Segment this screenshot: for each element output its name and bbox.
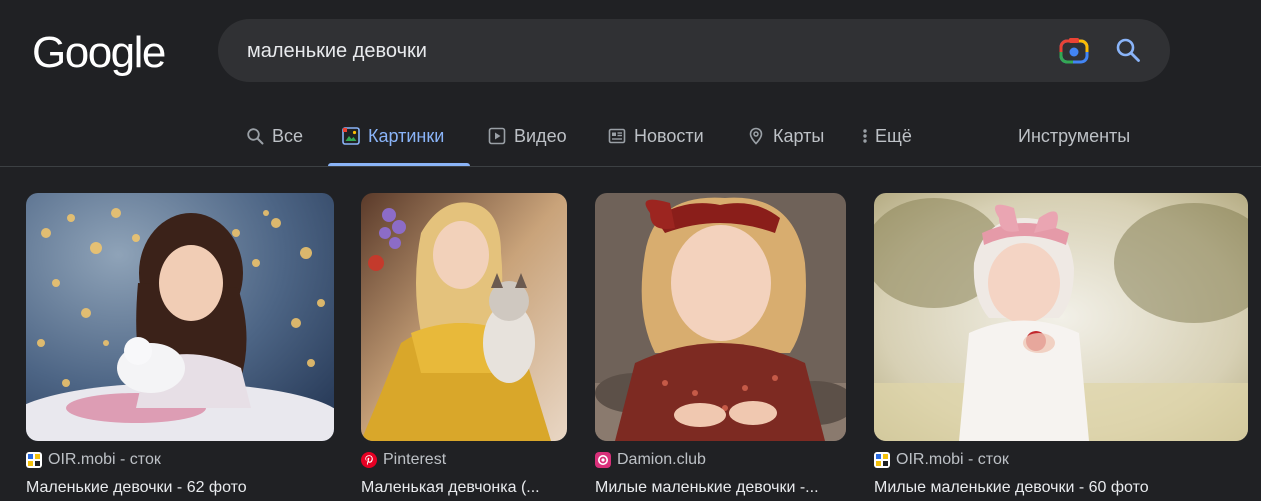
tab-videos[interactable]: Видео — [488, 106, 567, 166]
tab-images[interactable]: Картинки — [328, 106, 470, 166]
tab-news[interactable]: Новости — [608, 106, 704, 166]
search-tabs: Все Картинки Видео Новости Карты Ещё Инс… — [0, 106, 1261, 166]
oir-favicon — [874, 452, 890, 468]
result-title[interactable]: Маленькие девочки - 62 фото — [26, 479, 334, 497]
tab-all[interactable]: Все — [246, 106, 303, 166]
tools-button[interactable]: Инструменты — [1018, 106, 1130, 166]
search-input[interactable]: маленькие девочки — [247, 39, 427, 63]
tabs-divider — [0, 166, 1261, 167]
tab-more[interactable]: Ещё — [861, 106, 912, 166]
girl-with-red-bow-image — [595, 193, 846, 441]
tab-label: Картинки — [368, 125, 445, 146]
tab-label: Новости — [634, 125, 704, 146]
oir-favicon — [26, 452, 42, 468]
search-box[interactable]: маленькие девочки — [218, 19, 1170, 82]
source-label: Pinterest — [383, 451, 447, 468]
result-thumbnail[interactable] — [26, 193, 334, 441]
tab-label: Видео — [514, 125, 567, 146]
result-source[interactable]: OIR.mobi - сток — [26, 451, 161, 469]
tab-maps[interactable]: Карты — [747, 106, 824, 166]
result-source[interactable]: Pinterest — [361, 451, 446, 469]
result-source[interactable]: Damion.club — [595, 451, 706, 469]
tab-label: Все — [272, 125, 304, 146]
girl-in-yellow-dress-image — [361, 193, 567, 441]
images-icon — [342, 127, 360, 145]
result-source[interactable]: OIR.mobi - сток — [874, 451, 1009, 469]
result-title[interactable]: Милые маленькие девочки - 60 фото — [874, 479, 1248, 497]
source-label: OIR.mobi - сток — [48, 451, 161, 468]
more-vert-icon — [863, 129, 867, 143]
girl-with-pink-bow-image — [874, 193, 1248, 441]
result-thumbnail[interactable] — [874, 193, 1248, 441]
result-thumbnail[interactable] — [361, 193, 567, 441]
news-icon — [608, 128, 626, 144]
google-logo[interactable]: Google — [32, 28, 166, 78]
tab-label: Карты — [773, 125, 825, 146]
girl-with-white-cat-image — [26, 193, 334, 441]
search-icon[interactable] — [1115, 37, 1141, 63]
google-lens-icon[interactable] — [1059, 38, 1089, 64]
damion-favicon — [595, 452, 611, 468]
pinterest-favicon — [361, 452, 377, 468]
result-title[interactable]: Милые маленькие девочки -... — [595, 479, 846, 497]
result-thumbnail[interactable] — [595, 193, 846, 441]
source-label: Damion.club — [617, 451, 706, 468]
result-title[interactable]: Маленькая девчонка (... — [361, 479, 567, 497]
source-label: OIR.mobi - сток — [896, 451, 1009, 468]
search-icon — [247, 128, 264, 145]
map-pin-icon — [749, 127, 763, 145]
tab-label: Ещё — [875, 125, 912, 146]
video-play-icon — [488, 127, 506, 145]
